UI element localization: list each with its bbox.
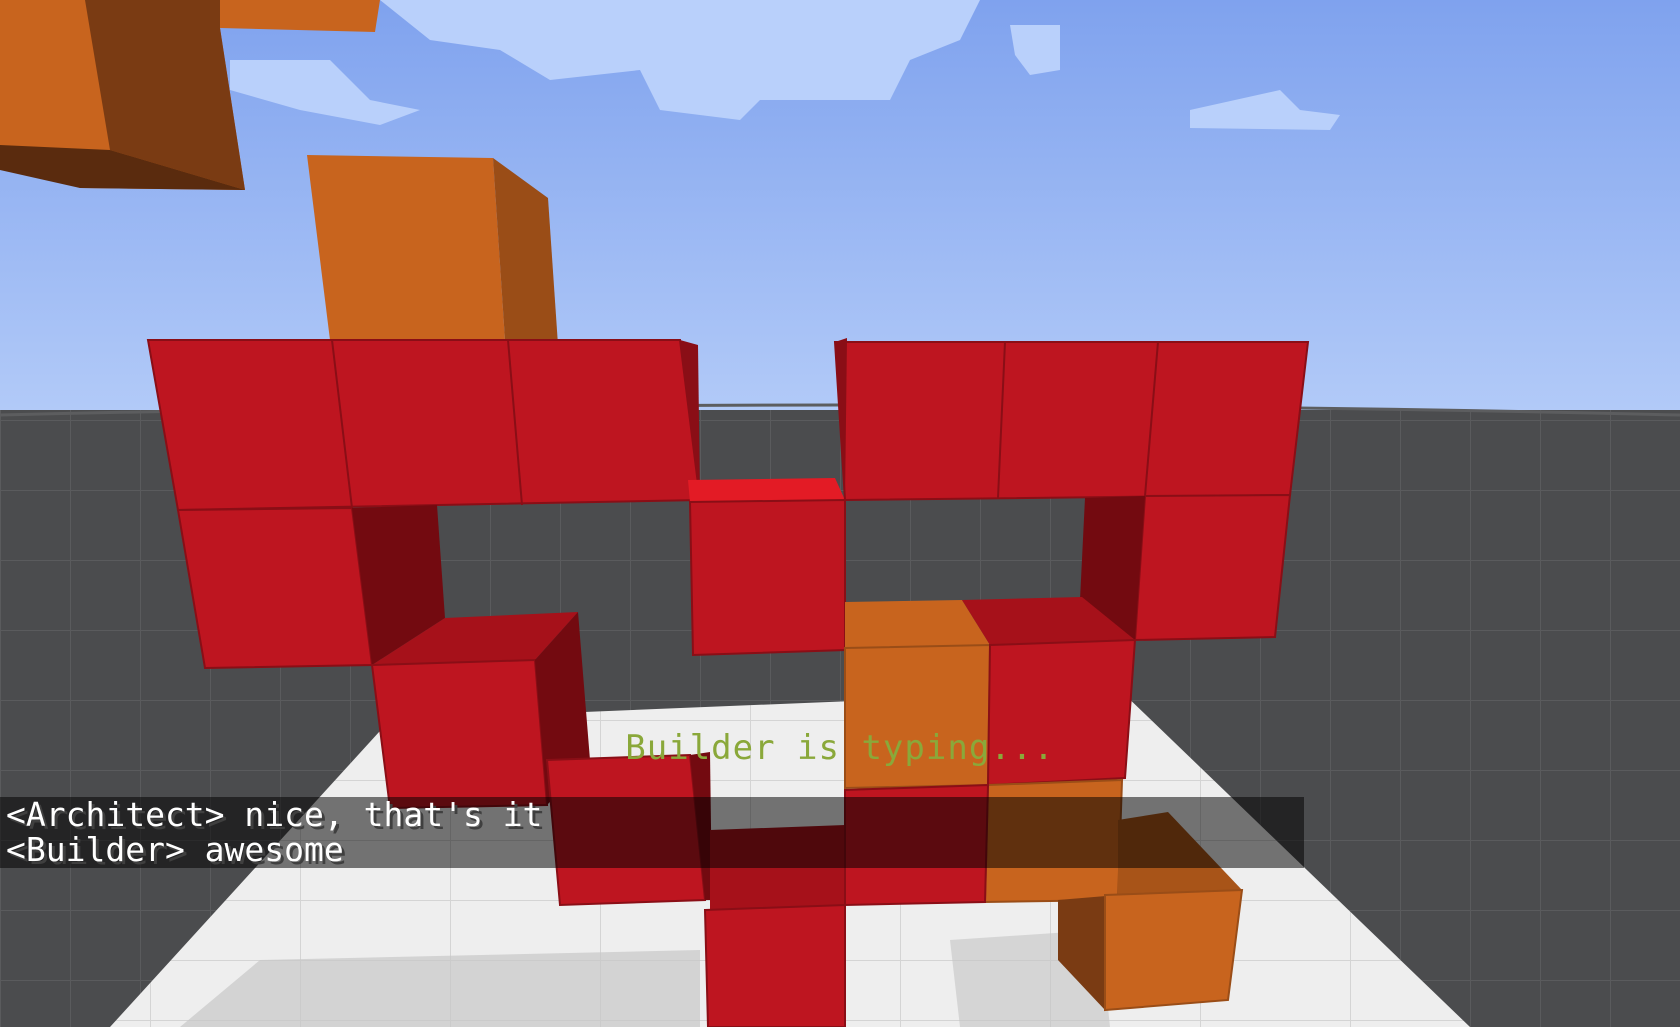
typing-indicator: Builder is typing... [625,728,1055,768]
chat-box: <Architect> nice, that's it <Builder> aw… [0,797,1304,868]
chat-message: <Builder> awesome [6,830,344,869]
chat-message: <Architect> nice, that's it [6,795,543,834]
red-block-center [688,478,846,657]
block-orange-top [307,155,558,345]
game-viewport[interactable] [0,0,1680,1027]
